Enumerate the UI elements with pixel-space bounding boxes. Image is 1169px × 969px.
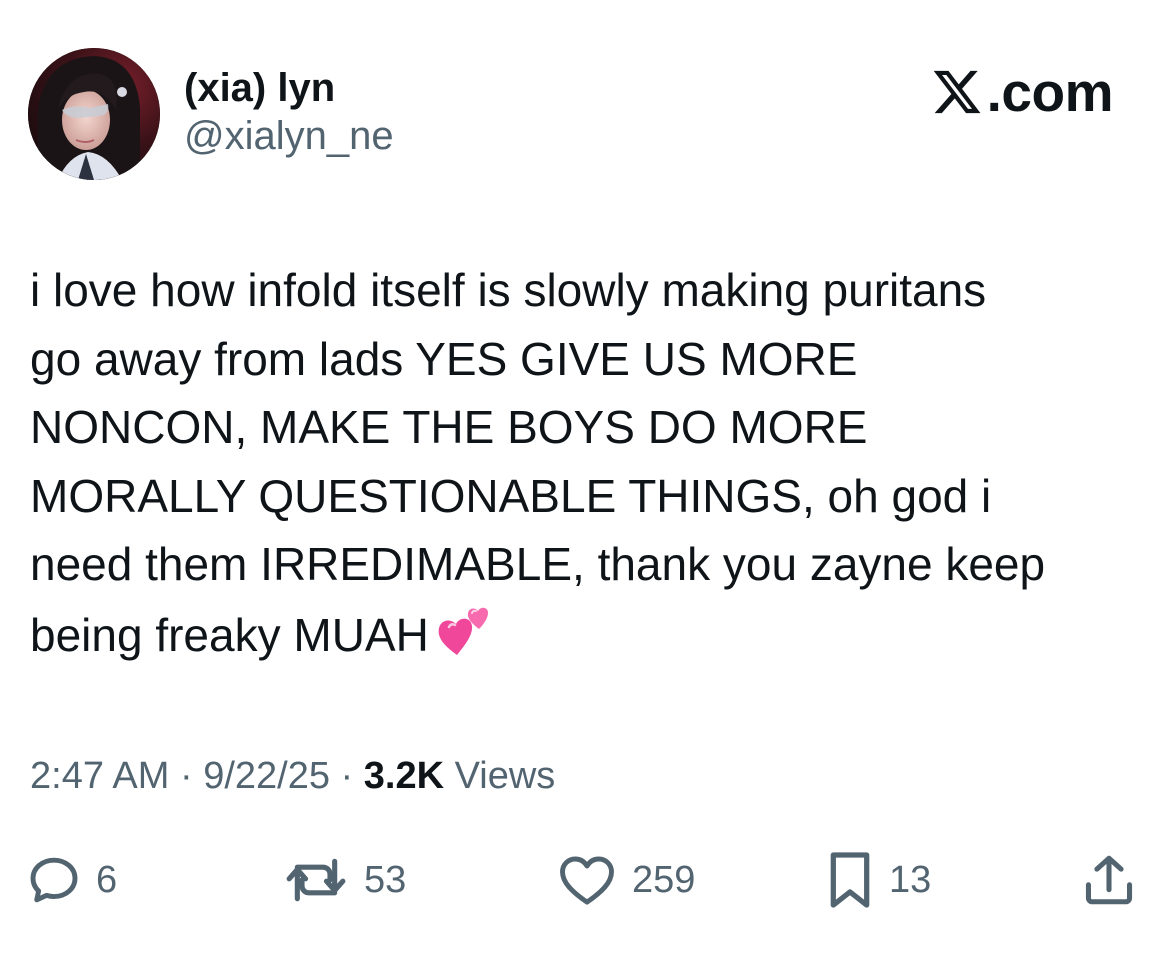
timestamp-date[interactable]: 9/22/25 — [203, 755, 330, 797]
reply-icon — [30, 857, 78, 903]
tweet-text: i love how infold itself is slowly makin… — [30, 256, 1140, 669]
tweet-header: (xia) lyn @xialyn_ne .com — [28, 48, 1114, 182]
repost-count: 53 — [364, 858, 407, 901]
reply-count: 6 — [96, 858, 118, 901]
handle[interactable]: @xialyn_ne — [184, 112, 394, 160]
author-names: (xia) lyn @xialyn_ne — [184, 64, 394, 160]
tweet-line: NONCON, MAKE THE BOYS DO MORE — [30, 401, 868, 453]
display-name[interactable]: (xia) lyn — [184, 64, 394, 112]
repost-button[interactable]: 53 — [282, 845, 406, 915]
tweet-line: need them IRREDIMABLE, thank you zayne k… — [30, 538, 1046, 590]
tweet-line-last: being freaky MUAH — [30, 599, 1140, 670]
views-label: Views — [444, 755, 556, 797]
heart-icon — [560, 856, 614, 905]
brand-text: .com — [986, 61, 1114, 123]
tweet-line: i love how infold itself is slowly makin… — [30, 264, 987, 316]
meta-separator: · — [330, 755, 364, 797]
tweet-meta: 2:47 AM · 9/22/25 · 3.2K Views — [30, 750, 555, 802]
bookmark-button[interactable]: 13 — [825, 845, 931, 915]
bookmark-icon — [830, 852, 870, 908]
share-icon — [1085, 855, 1133, 905]
repost-icon — [286, 858, 346, 902]
meta-separator: · — [169, 755, 204, 797]
like-button[interactable]: 259 — [556, 845, 695, 915]
brand-logo: .com — [929, 61, 1114, 123]
x-logo-icon — [933, 70, 981, 114]
tweet-line: MORALLY QUESTIONABLE THINGS, oh god i — [30, 469, 992, 522]
two-hearts-emoji — [438, 607, 488, 655]
timestamp-time[interactable]: 2:47 AM — [30, 755, 169, 797]
tweet-line: go away from lads YES GIVE US MORE — [30, 332, 858, 385]
share-button[interactable] — [1080, 845, 1138, 915]
views-count: 3.2K — [363, 755, 445, 797]
action-bar: 6 53 259 13 — [0, 845, 1169, 915]
avatar-image — [28, 48, 160, 180]
reply-button[interactable]: 6 — [26, 845, 117, 915]
tweet-line-text: being freaky MUAH — [30, 608, 429, 661]
like-count: 259 — [632, 858, 696, 901]
bookmark-count: 13 — [889, 858, 932, 901]
avatar[interactable] — [28, 48, 160, 180]
